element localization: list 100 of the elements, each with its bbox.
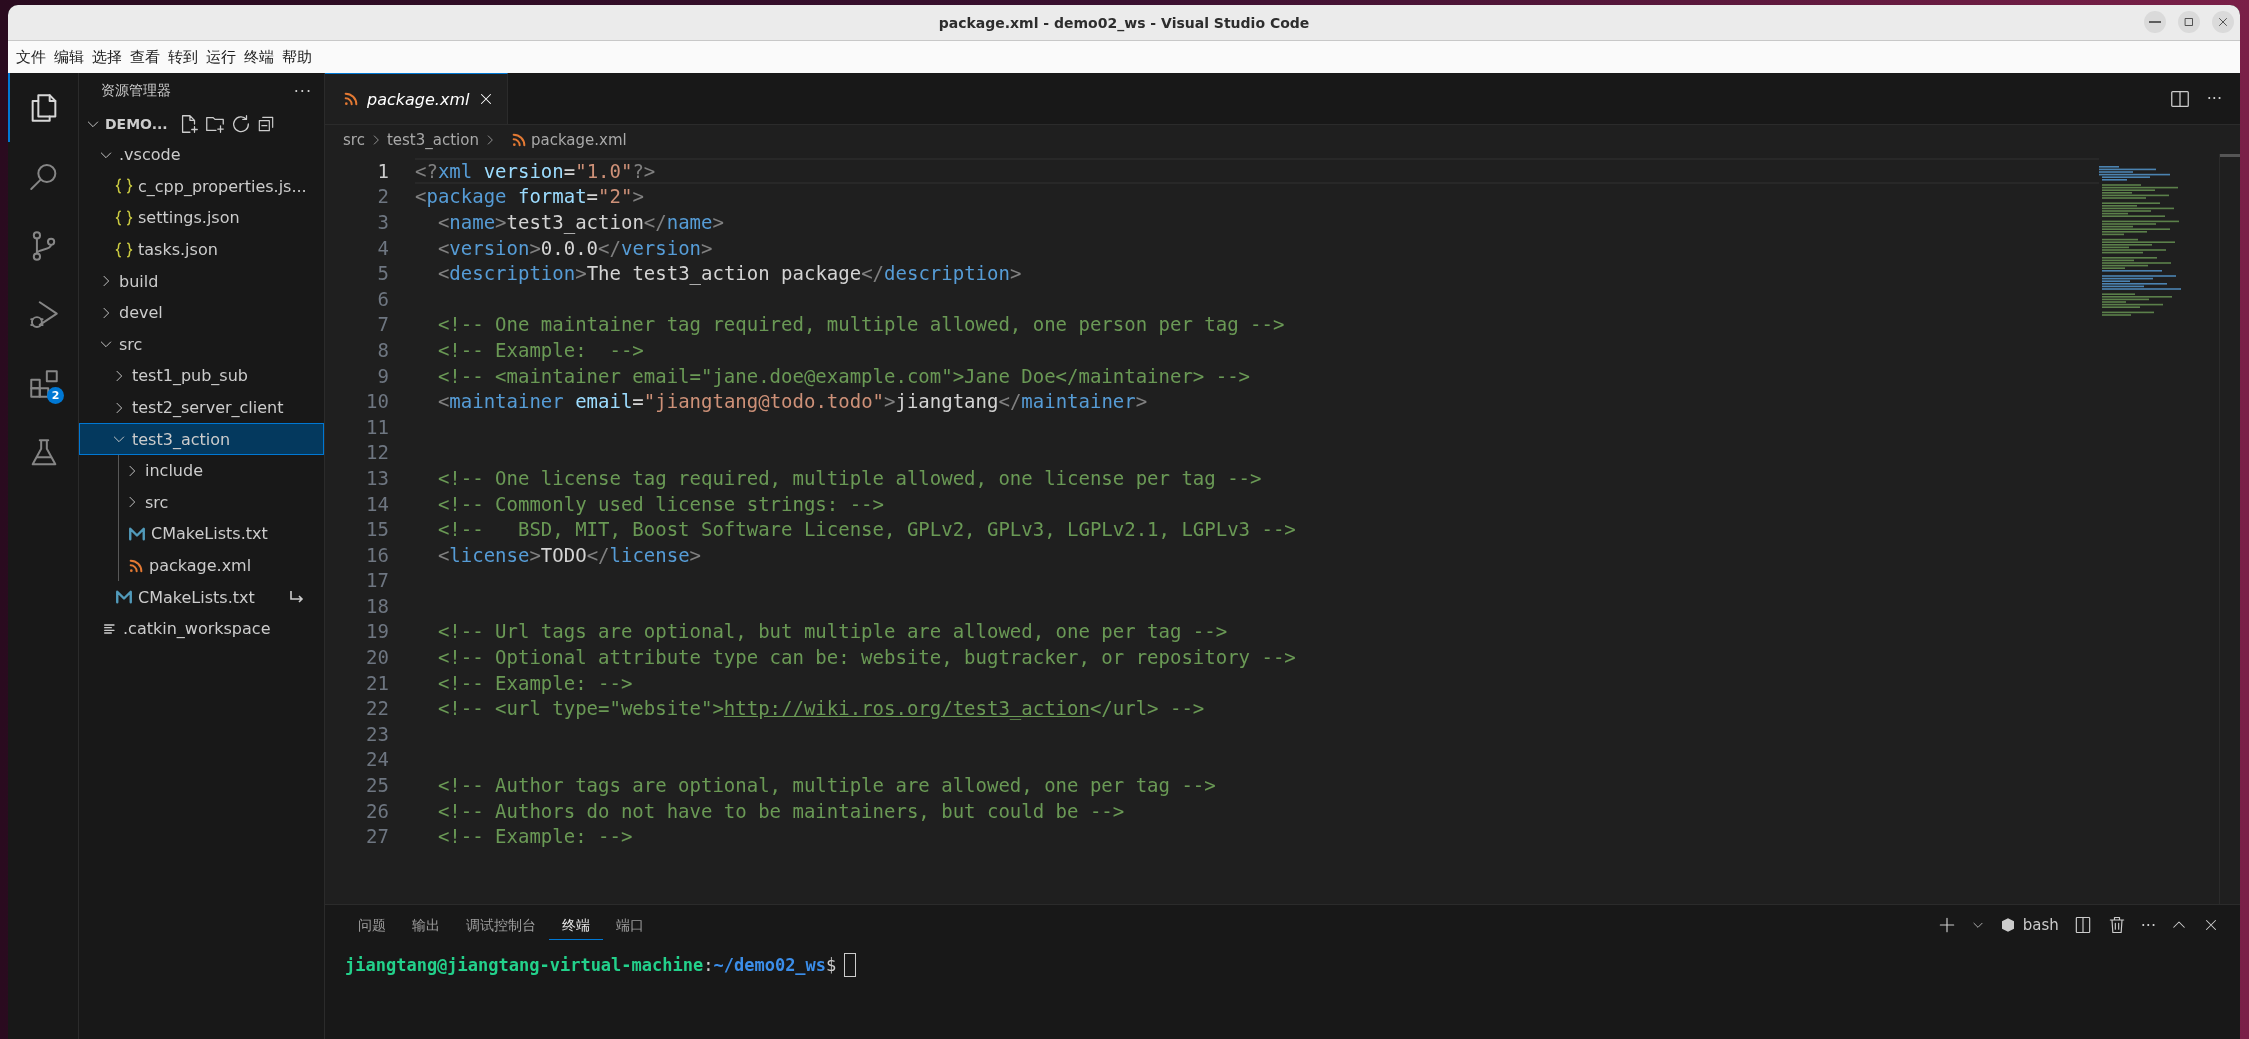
line-number: 14 xyxy=(365,492,390,515)
panel-tab[interactable]: 调试控制台 xyxy=(453,910,549,940)
code-line: <!-- Url tags are optional, but multiple are allowed, one per tag --> xyxy=(436,619,1229,645)
activity-item[interactable]: 2 xyxy=(8,349,78,418)
tree-item[interactable]: CMakeLists.txt xyxy=(79,581,324,613)
panel-tab[interactable]: 输出 xyxy=(399,910,453,940)
menu-item[interactable]: 查看 xyxy=(126,47,164,67)
line-number: 22 xyxy=(365,697,390,720)
line-number: 19 xyxy=(365,620,390,643)
panel-tab[interactable]: 终端 xyxy=(549,910,603,940)
tree-item[interactable]: package.xml xyxy=(79,549,324,582)
tree-item[interactable]: c_cpp_properties.js... xyxy=(79,170,324,203)
menu-item[interactable]: 编辑 xyxy=(50,47,88,67)
line-number: 5 xyxy=(376,262,390,285)
line-number: 3 xyxy=(376,211,390,233)
tree-item[interactable]: build xyxy=(79,265,324,297)
code-line: <!-- Example: --> xyxy=(436,337,645,363)
line-number: 20 xyxy=(365,646,390,669)
code-line: <!-- One maintainer tag required, multiple allowed, one person per tag --> xyxy=(436,312,1286,338)
line-number: 4 xyxy=(376,236,390,259)
rss-icon xyxy=(128,557,144,574)
tree-item[interactable]: devel xyxy=(79,296,324,329)
braces-icon xyxy=(115,177,133,196)
minimize-button[interactable] xyxy=(2144,11,2166,33)
code-line: <!-- <maintainer email="jane.doe@example.com">Jane Doe</maintainer> --> xyxy=(436,363,1252,389)
code-line: <!-- Example: --> xyxy=(436,824,634,850)
line-number: 12 xyxy=(365,441,390,464)
line-number: 24 xyxy=(365,748,390,771)
code-line: <version>0.0.0</version> xyxy=(436,235,714,261)
tree-item[interactable]: .vscode xyxy=(79,139,324,171)
sidebar-title: 资源管理器 xyxy=(101,82,171,100)
code-line: <!-- Optional attribute type can be: website, bugtracker, or repository --> xyxy=(436,645,1297,670)
tree-item[interactable]: test2_server_client xyxy=(79,391,324,424)
editor-tab[interactable]: package.xml xyxy=(325,73,509,124)
panel-tab[interactable]: 问题 xyxy=(345,910,399,940)
code-line: <!-- Example: --> xyxy=(436,670,634,696)
line-number: 21 xyxy=(365,671,390,694)
code-line: <package format="2"> xyxy=(415,184,645,210)
panel-tab[interactable]: 端口 xyxy=(603,910,657,940)
line-number: 9 xyxy=(376,364,390,387)
line-number: 7 xyxy=(376,313,390,336)
more-button[interactable]: ··· xyxy=(293,81,312,101)
tree-item[interactable]: include xyxy=(79,454,324,487)
tree-item[interactable]: test1_pub_sub xyxy=(79,360,324,392)
tree-item[interactable]: CMakeLists.txt xyxy=(79,518,324,550)
line-number: 16 xyxy=(365,543,390,566)
close-icon xyxy=(2216,15,2230,29)
close-button[interactable] xyxy=(2212,11,2234,33)
line-number: 10 xyxy=(365,390,390,413)
breadcrumb[interactable]: package.xml xyxy=(530,130,627,149)
tree-item[interactable]: .catkin_workspace xyxy=(79,612,324,645)
line-number: 1 xyxy=(376,159,390,182)
menu-item[interactable]: 帮助 xyxy=(278,47,316,67)
line-number: 15 xyxy=(365,518,390,541)
tree-item[interactable]: settings.json xyxy=(79,202,324,234)
braces-icon xyxy=(115,240,133,259)
tree-item[interactable]: test3_action xyxy=(79,423,324,455)
menu-item[interactable]: 选择 xyxy=(88,47,126,67)
line-number: 27 xyxy=(365,825,390,848)
braces-icon xyxy=(115,209,133,227)
rss-icon xyxy=(510,131,527,148)
code-line: <!-- Author tags are optional, multiple are allowed, one per tag --> xyxy=(436,773,1217,798)
code-line: <!-- <url type="website">http://wiki.ros.org/test3_action</url> --> xyxy=(436,696,1206,722)
terminal-prompt: jiangtang@jiangtang-virtual-machine:~/demo02_ws$ xyxy=(325,945,2240,985)
more-button[interactable]: ··· xyxy=(2140,915,2156,935)
code-line: <!-- Commonly used license strings: --> xyxy=(436,491,885,517)
code-line: <!-- Authors do not have to be maintainers, but could be --> xyxy=(436,798,1126,824)
breadcrumb[interactable]: test3_action xyxy=(386,130,479,149)
line-number: 13 xyxy=(365,466,390,489)
menu-item[interactable]: 终端 xyxy=(240,47,278,67)
code-line: <description>The test3_action package</description> xyxy=(436,261,1023,286)
line-number: 17 xyxy=(365,569,390,592)
window-title: package.xml - demo02_ws - Visual Studio Code xyxy=(938,14,1310,31)
code-line: <?xml version="1.0"?> xyxy=(415,158,2099,184)
line-number: 2 xyxy=(376,185,390,208)
line-number: 11 xyxy=(365,415,390,438)
tree-item[interactable]: tasks.json xyxy=(79,233,324,266)
line-number: 6 xyxy=(376,287,390,310)
code-line: <!-- BSD, MIT, Boost Software License, GPLv2, GPLv3, LGPLv2.1, LGPLv3 --> xyxy=(436,517,1297,542)
workspace-title[interactable]: DEMO... xyxy=(105,116,168,132)
count-badge: 2 xyxy=(47,387,64,404)
code-line: <license>TODO</license> xyxy=(436,542,703,568)
line-number: 18 xyxy=(365,594,390,617)
menu-item[interactable]: 转到 xyxy=(164,47,202,67)
code-line: <maintainer email="jiangtang@todo.todo">jiangtang</maintainer> xyxy=(436,389,1149,414)
more-button[interactable]: ··· xyxy=(2206,89,2222,108)
breadcrumb[interactable]: src xyxy=(343,130,365,149)
menu-item[interactable]: 文件 xyxy=(12,47,50,67)
line-number: 8 xyxy=(376,338,390,361)
line-number: 23 xyxy=(365,722,390,745)
code-line: <!-- One license tag required, multiple allowed, one license per tag --> xyxy=(436,465,1263,491)
line-number: 25 xyxy=(365,774,390,797)
maximize-button[interactable] xyxy=(2178,11,2200,33)
menu-item[interactable]: 运行 xyxy=(202,47,240,67)
scrollbar-thumb[interactable] xyxy=(2220,154,2240,157)
tree-item[interactable]: src xyxy=(79,486,324,519)
line-number: 26 xyxy=(365,799,390,822)
terminal-selector[interactable]: bash xyxy=(1998,916,2059,934)
tree-item[interactable]: src xyxy=(79,328,324,361)
code-line: <name>test3_action</name> xyxy=(436,210,725,235)
